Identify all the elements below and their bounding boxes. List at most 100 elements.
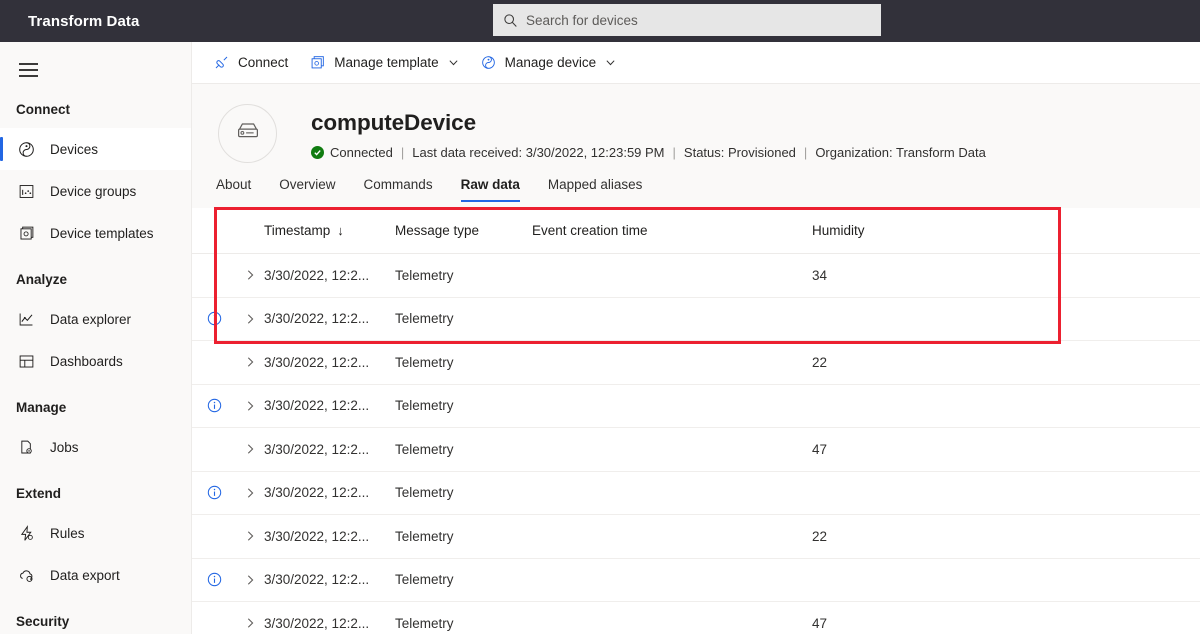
jobs-icon xyxy=(16,437,36,457)
cell-message-type: Telemetry xyxy=(395,485,454,501)
table-body: 3/30/2022, 12:2... Telemetry 34 3/30/2022, … xyxy=(192,254,1200,634)
table-row[interactable]: 3/30/2022, 12:2... Telemetry xyxy=(192,384,1200,428)
sidebar-item-device-templates[interactable]: Device templates xyxy=(0,212,191,254)
sidebar-item-devices[interactable]: Devices xyxy=(0,128,191,170)
sidebar-item-label: Data export xyxy=(50,567,120,583)
table-row[interactable]: 3/30/2022, 12:2... Telemetry 22 xyxy=(192,515,1200,559)
search-input[interactable] xyxy=(526,6,856,34)
cell-message-type: Telemetry xyxy=(395,528,454,544)
column-header-message-type[interactable]: Message type xyxy=(395,223,532,238)
cell-humidity: 47 xyxy=(812,441,828,457)
cell-timestamp: 3/30/2022, 12:2... xyxy=(264,528,370,544)
device-meta: Connected | Last data received: 3/30/202… xyxy=(311,145,986,160)
table-row[interactable]: 3/30/2022, 12:2... Telemetry 47 xyxy=(192,602,1200,634)
main-content: Connect Manage template Manage device co… xyxy=(192,42,1200,634)
sidebar-item-data-export[interactable]: Data export xyxy=(0,554,191,596)
sidebar-item-jobs[interactable]: Jobs xyxy=(0,426,191,468)
device-groups-icon xyxy=(16,181,36,201)
cell-message-type: Telemetry xyxy=(395,572,454,588)
manage-template-button[interactable]: Manage template xyxy=(310,42,458,84)
sidebar-group-manage: Manage xyxy=(16,399,67,415)
app-root: Transform Data Connect xyxy=(0,0,1200,634)
info-circle-icon[interactable] xyxy=(192,485,236,500)
table-row[interactable]: 3/30/2022, 12:2... Telemetry 47 xyxy=(192,428,1200,472)
chevron-right-icon[interactable] xyxy=(236,530,264,542)
search-icon xyxy=(503,13,518,28)
table-row[interactable]: 3/30/2022, 12:2... Telemetry xyxy=(192,297,1200,341)
last-data-received: Last data received: 3/30/2022, 12:23:59 … xyxy=(412,145,665,160)
cell-timestamp: 3/30/2022, 12:2... xyxy=(264,485,370,501)
device-templates-icon xyxy=(16,223,36,243)
tab-overview[interactable]: Overview xyxy=(279,164,335,204)
sidebar-item-label: Device templates xyxy=(50,225,154,241)
command-label: Connect xyxy=(238,55,289,70)
sidebar-item-label: Devices xyxy=(50,141,99,157)
sidebar-group-connect: Connect xyxy=(16,101,70,117)
manage-device-button[interactable]: Manage device xyxy=(481,42,617,84)
chevron-right-icon[interactable] xyxy=(236,400,264,412)
meta-separator: | xyxy=(672,145,676,160)
top-bar: Transform Data xyxy=(0,0,1200,42)
cell-humidity: 47 xyxy=(812,615,828,631)
command-label: Manage template xyxy=(334,55,439,70)
cell-humidity: 22 xyxy=(812,528,828,544)
column-header-event-creation-time[interactable]: Event creation time xyxy=(532,223,812,238)
cell-message-type: Telemetry xyxy=(395,398,454,414)
chevron-down-icon xyxy=(448,57,459,68)
cell-message-type: Telemetry xyxy=(395,354,454,370)
chevron-right-icon[interactable] xyxy=(236,313,264,325)
cell-humidity: 22 xyxy=(812,354,828,370)
sidebar-item-rules[interactable]: Rules xyxy=(0,512,191,554)
sidebar-group-security: Security xyxy=(16,613,70,629)
search-box[interactable] xyxy=(493,4,881,36)
table-row[interactable]: 3/30/2022, 12:2... Telemetry 34 xyxy=(192,254,1200,298)
cell-message-type: Telemetry xyxy=(395,615,454,631)
info-circle-icon[interactable] xyxy=(192,398,236,413)
chevron-right-icon[interactable] xyxy=(236,617,264,629)
chevron-down-icon xyxy=(605,57,616,68)
meta-separator: | xyxy=(400,145,405,160)
chevron-right-icon[interactable] xyxy=(236,269,264,281)
info-circle-icon[interactable] xyxy=(192,311,236,326)
table-row[interactable]: 3/30/2022, 12:2... Telemetry 22 xyxy=(192,341,1200,385)
info-circle-icon[interactable] xyxy=(192,572,236,587)
tab-commands[interactable]: Commands xyxy=(364,164,433,204)
sidebar-group-analyze: Analyze xyxy=(16,271,68,287)
connect-button[interactable]: Connect xyxy=(214,42,288,84)
chevron-right-icon[interactable] xyxy=(236,487,264,499)
data-export-icon xyxy=(16,565,36,585)
cell-timestamp: 3/30/2022, 12:2... xyxy=(264,615,370,631)
chevron-right-icon[interactable] xyxy=(236,356,264,368)
table-row[interactable]: 3/30/2022, 12:2... Telemetry xyxy=(192,471,1200,515)
cell-message-type: Telemetry xyxy=(395,311,454,327)
cell-timestamp: 3/30/2022, 12:2... xyxy=(264,354,370,370)
sidebar-item-data-explorer[interactable]: Data explorer xyxy=(0,298,191,340)
rules-icon xyxy=(16,523,36,543)
tab-about[interactable]: About xyxy=(216,164,251,204)
tab-raw-data[interactable]: Raw data xyxy=(460,164,521,204)
data-explorer-icon xyxy=(16,309,36,329)
column-header-timestamp[interactable]: Timestamp ↓ xyxy=(264,223,395,238)
app-brand-title: Transform Data xyxy=(28,12,140,30)
tab-mapped-aliases[interactable]: Mapped aliases xyxy=(548,164,643,204)
cell-message-type: Telemetry xyxy=(395,267,454,283)
sidebar-item-label: Dashboards xyxy=(50,353,123,369)
sidebar-item-device-groups[interactable]: Device groups xyxy=(0,170,191,212)
connect-plug-icon xyxy=(214,55,229,70)
avatar xyxy=(218,104,277,163)
chevron-right-icon[interactable] xyxy=(236,574,264,586)
column-header-humidity[interactable]: Humidity xyxy=(812,223,1032,238)
sidebar-item-label: Rules xyxy=(50,525,85,541)
table-row[interactable]: 3/30/2022, 12:2... Telemetry xyxy=(192,558,1200,602)
table-header-row: Timestamp ↓ Message type Event creation t… xyxy=(192,208,1200,254)
sidebar-item-dashboards[interactable]: Dashboards xyxy=(0,340,191,382)
sidebar-group-extend: Extend xyxy=(16,485,62,501)
manage-template-icon xyxy=(310,55,325,70)
cell-timestamp: 3/30/2022, 12:2... xyxy=(264,311,370,327)
hamburger-icon[interactable] xyxy=(8,50,48,90)
sidebar-item-label: Data explorer xyxy=(50,311,132,327)
cell-timestamp: 3/30/2022, 12:2... xyxy=(264,398,370,414)
chevron-right-icon[interactable] xyxy=(236,443,264,455)
devices-icon xyxy=(16,139,36,159)
provision-status: Status: Provisioned xyxy=(683,145,796,160)
